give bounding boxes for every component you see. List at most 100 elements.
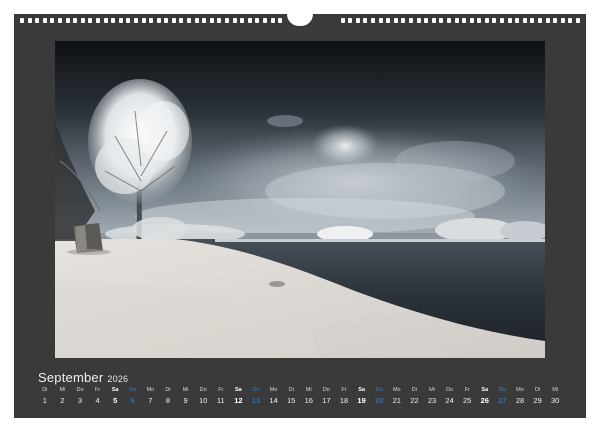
month-name: September — [38, 370, 104, 385]
day-cell: Mi 30 — [546, 386, 564, 414]
binding-hole — [57, 18, 62, 23]
day-number: 13 — [251, 396, 261, 405]
binding-hole — [217, 18, 222, 23]
binding-hole — [454, 18, 459, 23]
day-cell: Mo 14 — [265, 386, 283, 414]
binding-hole — [370, 18, 375, 23]
binding-hole — [187, 18, 192, 23]
weekday-label: Mo — [516, 387, 524, 393]
day-number: 1 — [42, 396, 47, 405]
weekday-label: Di — [411, 387, 417, 393]
day-number: 16 — [304, 396, 313, 405]
binding-hole — [408, 18, 413, 23]
day-number: 19 — [357, 396, 366, 405]
day-cell: Do 3 — [71, 386, 89, 414]
binding-hole — [507, 18, 512, 23]
day-number: 18 — [339, 396, 349, 405]
binding-hole — [446, 18, 451, 23]
day-number: 5 — [113, 396, 118, 405]
binding-hole — [126, 18, 131, 23]
day-number: 11 — [216, 396, 225, 405]
day-cell: Mo 21 — [388, 386, 406, 414]
day-number: 2 — [60, 396, 65, 405]
binding-hole — [247, 18, 252, 23]
day-cell: Mo 28 — [511, 386, 529, 414]
binding-hole — [340, 18, 345, 23]
weekday-label: Sa — [235, 387, 242, 393]
weekday-label: Do — [446, 387, 454, 393]
weekday-label: Fr — [218, 387, 224, 393]
binding-hole — [538, 18, 543, 23]
day-cell: Mi 2 — [54, 386, 72, 414]
day-number: 10 — [199, 396, 208, 405]
weekday-label: So — [252, 387, 260, 393]
day-number: 28 — [515, 396, 525, 405]
year-label: 2026 — [107, 374, 129, 384]
day-cell: So 13 — [247, 386, 265, 414]
binding-hole — [88, 18, 93, 23]
binding-hole — [424, 18, 429, 23]
weekday-label: Di — [288, 387, 294, 393]
binding-hole — [500, 18, 505, 23]
binding-hole — [515, 18, 520, 23]
binding-hole — [225, 18, 230, 23]
day-number: 8 — [165, 396, 171, 405]
binding-hole — [348, 18, 353, 23]
binding-hole — [530, 18, 535, 23]
day-cell: Fr 4 — [89, 386, 107, 414]
weekday-label: Di — [534, 387, 541, 393]
binding-hole — [576, 18, 580, 23]
weekday-label: Mi — [59, 387, 66, 393]
day-number: 7 — [148, 396, 153, 405]
binding-hole — [439, 18, 444, 23]
day-number: 25 — [463, 396, 472, 405]
binding-hole — [545, 18, 550, 23]
binding-hole — [553, 18, 558, 23]
binding-hole — [35, 18, 40, 23]
day-cell: Di 15 — [282, 386, 300, 414]
weekday-label: Mi — [182, 387, 189, 393]
binding-hole — [355, 18, 360, 23]
hanger-notch — [287, 14, 313, 26]
weekday-label: Di — [42, 387, 48, 393]
binding-hole — [202, 18, 207, 23]
day-number: 15 — [287, 396, 296, 405]
binding-hole — [278, 18, 283, 23]
calendar-page: September 2026 Di 1 Mi 2 Do 3 Fr 4 Sa 5 So 6 Mo 7 Di 8 Mi… — [14, 14, 586, 418]
binding-hole — [20, 18, 24, 23]
day-cell: Sa 26 — [476, 386, 494, 414]
day-strip: Di 1 Mi 2 Do 3 Fr 4 Sa 5 So 6 Mo 7 Di 8 Mi 9 Do 10 Fr 11 Sa 12 S… — [36, 386, 564, 414]
day-number: 30 — [551, 396, 560, 405]
binding-hole — [560, 18, 565, 23]
day-number: 23 — [427, 396, 437, 405]
weekday-label: So — [129, 387, 137, 393]
binding-hole — [462, 18, 467, 23]
binding-hole — [484, 18, 489, 23]
day-number: 12 — [234, 396, 243, 405]
weekday-label: So — [375, 387, 383, 393]
weekday-label: Mi — [305, 387, 312, 393]
binding-hole — [65, 18, 70, 23]
binding-hole — [118, 18, 123, 23]
binding-hole — [73, 18, 78, 23]
day-number: 22 — [410, 396, 419, 405]
month-title: September 2026 — [38, 370, 128, 385]
day-cell: Fr 18 — [335, 386, 353, 414]
binding-hole — [42, 18, 47, 23]
day-number: 20 — [375, 396, 384, 405]
day-cell: Di 22 — [406, 386, 424, 414]
binding-hole — [95, 18, 100, 23]
binding-hole — [179, 18, 184, 23]
day-cell: So 20 — [370, 386, 388, 414]
weekday-label: Mi — [429, 387, 435, 393]
binding-hole — [27, 18, 32, 23]
day-number: 26 — [480, 396, 489, 405]
weekday-label: Mo — [269, 387, 278, 393]
binding-hole — [363, 18, 368, 23]
day-cell: So 27 — [494, 386, 512, 414]
binding-hole — [232, 18, 237, 23]
day-number: 21 — [392, 396, 401, 405]
day-cell: Mi 16 — [300, 386, 318, 414]
binding-hole — [149, 18, 154, 23]
weekday-label: Fr — [464, 387, 470, 393]
